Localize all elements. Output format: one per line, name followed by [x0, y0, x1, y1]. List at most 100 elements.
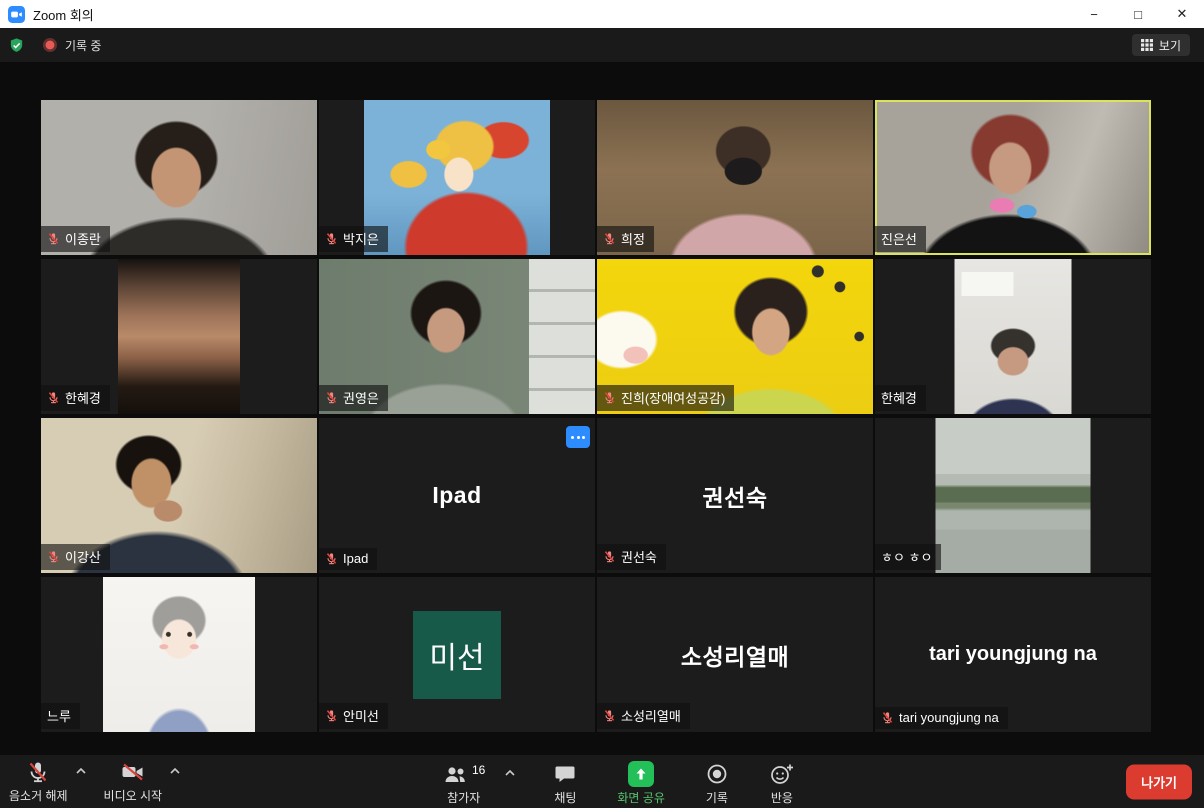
participants-icon — [442, 762, 468, 786]
audio-options-chevron[interactable] — [73, 765, 89, 777]
participant-name: Ipad — [343, 551, 368, 566]
muted-mic-icon — [47, 550, 60, 563]
share-screen-label: 화면 공유 — [617, 789, 665, 806]
record-button[interactable]: 기록 — [700, 760, 734, 808]
participant-name-label: 안미선 — [319, 703, 388, 729]
chat-button[interactable]: 채팅 — [548, 760, 582, 808]
mic-muted-icon — [26, 760, 50, 784]
participant-name: 느루 — [47, 706, 71, 725]
participant-name-label: 진희(장애여성공감) — [597, 385, 734, 411]
reactions-button[interactable]: 반응 — [764, 760, 800, 808]
participant-name-label: 느루 — [41, 703, 80, 729]
participant-name-label: 한혜경 — [41, 385, 110, 411]
participant-name-label: 권영은 — [319, 385, 388, 411]
chevron-up-icon — [504, 769, 516, 777]
participant-name: 소성리열매 — [621, 706, 681, 725]
participants-count: 16 — [472, 763, 485, 777]
video-tile[interactable]: 박지은 — [319, 100, 595, 255]
muted-mic-icon — [603, 391, 616, 404]
muted-mic-icon — [603, 709, 616, 722]
video-off-icon — [120, 760, 146, 784]
video-tile[interactable]: ㅎㅇ ㅎㅇ — [875, 418, 1151, 573]
view-button[interactable]: 보기 — [1132, 34, 1190, 56]
video-options-chevron[interactable] — [167, 765, 183, 777]
participant-video — [364, 100, 550, 255]
video-tile[interactable]: 소성리열매소성리열매 — [597, 577, 873, 732]
muted-mic-icon — [881, 711, 894, 724]
video-tile[interactable]: 이강산 — [41, 418, 317, 573]
security-shield-icon[interactable] — [8, 37, 25, 54]
start-video-button[interactable]: 비디오 시작 — [99, 758, 168, 806]
record-label: 기록 — [706, 789, 728, 806]
participant-name-label: 희정 — [597, 226, 654, 252]
participant-name: 이강산 — [65, 547, 101, 566]
participant-name: 권선숙 — [621, 547, 657, 566]
participant-name: 권영은 — [343, 388, 379, 407]
toolbar-center-group: 16 참가자 채팅 화면 공유 — [437, 755, 800, 808]
participant-name-label: ㅎㅇ ㅎㅇ — [875, 544, 941, 570]
tile-more-options-button[interactable] — [566, 426, 590, 448]
video-tile[interactable]: 진은선 — [875, 100, 1151, 255]
participant-name: ㅎㅇ ㅎㅇ — [881, 547, 932, 566]
video-tile[interactable]: 권영은 — [319, 259, 595, 414]
participant-name-label: 박지은 — [319, 226, 388, 252]
participant-name: 한혜경 — [881, 388, 917, 407]
participant-name: 진희(장애여성공감) — [621, 388, 725, 407]
participant-name: 안미선 — [343, 706, 379, 725]
recording-label: 기록 중 — [65, 37, 101, 54]
reactions-label: 반응 — [771, 789, 793, 806]
zoom-meeting-window: Zoom 회의 − □ ✕ 기록 중 보기 이종란박지은 희정 진은선한혜경 권영은 진… — [0, 0, 1204, 808]
chat-bubble-icon — [553, 762, 577, 786]
participants-label: 참가자 — [447, 789, 480, 806]
participant-name-label: 진은선 — [875, 226, 926, 252]
record-icon — [705, 762, 729, 786]
participant-name-label: 이강산 — [41, 544, 110, 570]
gallery-grid-icon — [1141, 39, 1153, 51]
video-tile[interactable]: 한혜경 — [875, 259, 1151, 414]
video-tile[interactable]: 느루 — [41, 577, 317, 732]
chevron-up-icon — [75, 767, 87, 775]
video-tile[interactable]: tari youngjung natari youngjung na — [875, 577, 1151, 732]
muted-mic-icon — [47, 391, 60, 404]
leave-button[interactable]: 나가기 — [1126, 764, 1192, 799]
minimize-button[interactable]: − — [1072, 0, 1116, 28]
muted-mic-icon — [603, 550, 616, 563]
unmute-label: 음소거 해제 — [9, 787, 68, 804]
share-screen-button[interactable]: 화면 공유 — [612, 760, 670, 808]
video-tile[interactable]: 희정 — [597, 100, 873, 255]
participants-options-chevron[interactable] — [502, 767, 518, 779]
muted-mic-icon — [325, 232, 338, 245]
window-title: Zoom 회의 — [33, 5, 94, 24]
close-button[interactable]: ✕ — [1160, 0, 1204, 28]
participant-name-label: 소성리열매 — [597, 703, 690, 729]
meeting-topbar: 기록 중 보기 — [0, 28, 1204, 62]
participant-name: 한혜경 — [65, 388, 101, 407]
muted-mic-icon — [325, 552, 338, 565]
muted-mic-icon — [603, 232, 616, 245]
start-video-label: 비디오 시작 — [104, 787, 163, 804]
participants-button[interactable]: 16 참가자 — [437, 760, 490, 808]
video-tile[interactable]: 미선안미선 — [319, 577, 595, 732]
participant-name: tari youngjung na — [899, 710, 999, 725]
video-tile[interactable]: IpadIpad — [319, 418, 595, 573]
video-tile[interactable]: 진희(장애여성공감) — [597, 259, 873, 414]
toolbar-left-group: 음소거 해제 비디오 시작 — [0, 753, 183, 808]
participant-name: 진은선 — [881, 229, 917, 248]
share-screen-icon — [628, 761, 654, 787]
muted-mic-icon — [325, 709, 338, 722]
chat-label: 채팅 — [554, 789, 576, 806]
recording-dot-icon[interactable] — [43, 38, 57, 52]
participant-name-label: 한혜경 — [875, 385, 926, 411]
maximize-button[interactable]: □ — [1116, 0, 1160, 28]
video-tile[interactable]: 한혜경 — [41, 259, 317, 414]
muted-mic-icon — [47, 232, 60, 245]
unmute-button[interactable]: 음소거 해제 — [4, 758, 73, 806]
video-tile[interactable]: 이종란 — [41, 100, 317, 255]
video-tile[interactable]: 권선숙권선숙 — [597, 418, 873, 573]
video-stage: 이종란박지은 희정 진은선한혜경 권영은 진희(장애여성공감) 한혜경이강산 IpadIpa… — [0, 62, 1204, 755]
zoom-logo-icon — [8, 6, 25, 23]
recording-indicator: 기록 중 — [43, 37, 101, 54]
participant-name-label: 권선숙 — [597, 544, 666, 570]
participant-name: 희정 — [621, 229, 645, 248]
window-controls: − □ ✕ — [1072, 0, 1204, 28]
